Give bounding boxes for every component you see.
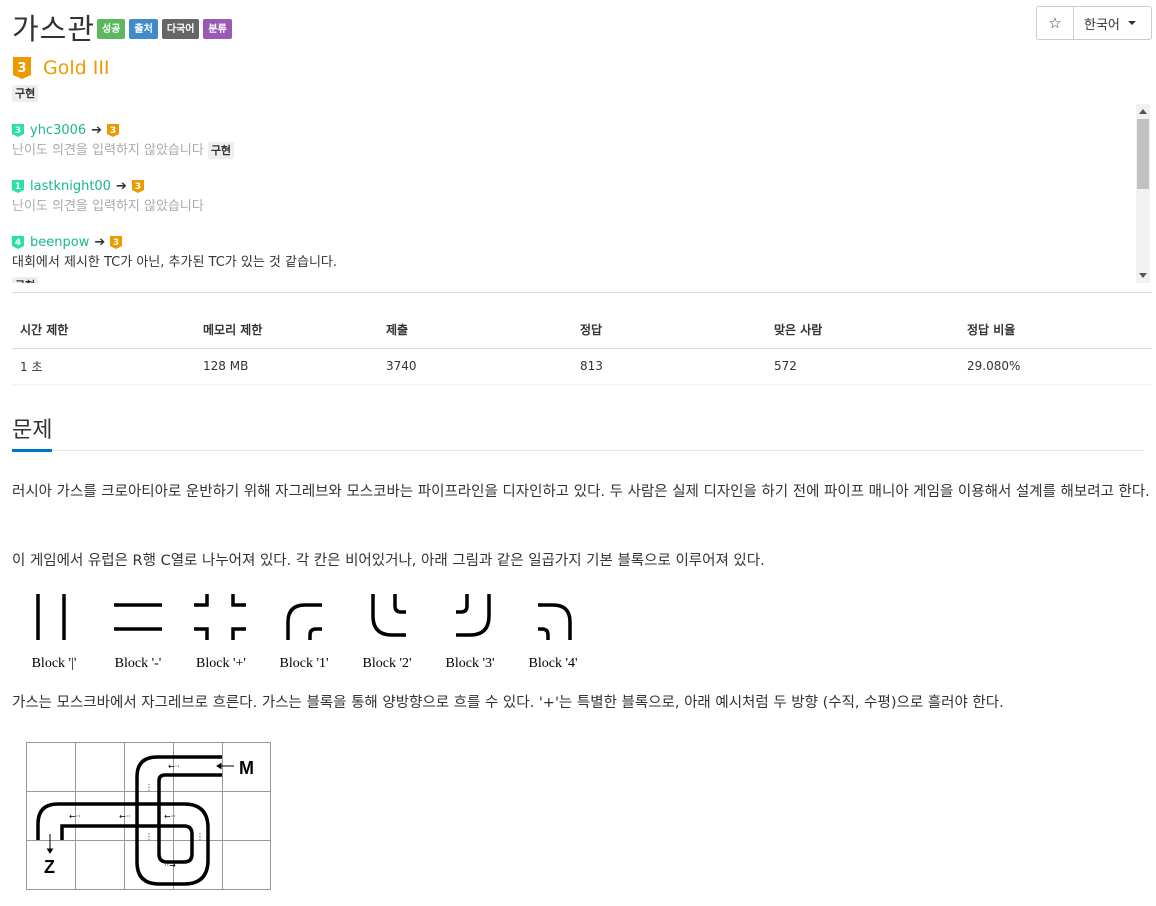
svg-text:←··: ←·· bbox=[164, 812, 176, 821]
block-2-pipe-icon bbox=[371, 594, 406, 637]
header-time-limit: 시간 제한 bbox=[12, 312, 195, 349]
scroll-up-icon[interactable] bbox=[1139, 109, 1147, 114]
svg-text:4: 4 bbox=[15, 238, 21, 248]
block-caption-3: Block '3' bbox=[446, 656, 495, 671]
language-dropdown[interactable]: 한국어 bbox=[1074, 6, 1152, 40]
block-horizontal-pipe-icon bbox=[114, 603, 162, 631]
zagreb-label: Z bbox=[44, 857, 55, 877]
tier-badge-icon: 1 bbox=[12, 179, 24, 193]
opinion-user[interactable]: lastknight00 bbox=[30, 179, 111, 194]
stats-value-row: 1 초 128 MB 3740 813 572 29.080% bbox=[12, 348, 1152, 385]
svg-text:⋮: ⋮ bbox=[196, 832, 204, 841]
tier-badge-icon: 3 bbox=[12, 123, 24, 137]
tier-badge-icon: 4 bbox=[12, 235, 24, 249]
value-solved-users: 572 bbox=[766, 348, 959, 385]
section-underline bbox=[12, 449, 1144, 452]
header-accept-ratio: 정답 비율 bbox=[959, 312, 1152, 349]
problem-paragraph-1: 러시아 가스를 크로아티아로 운반하기 위해 자그레브와 모스코바는 파이프라인… bbox=[12, 484, 1150, 500]
header-submissions: 제출 bbox=[378, 312, 572, 349]
section-title-problem: 문제 bbox=[12, 418, 53, 443]
value-accept-ratio: 29.080% bbox=[959, 348, 1152, 385]
arrow-right-icon: ➔ bbox=[115, 178, 127, 194]
algorithm-tag[interactable]: 구현 bbox=[12, 85, 39, 102]
arrow-right-icon: ➔ bbox=[91, 122, 103, 138]
opinion-message: 난이도 의견을 입력하지 않았습니다 bbox=[12, 199, 204, 214]
opinion-message: 대회에서 제시한 TC가 아닌, 추가된 TC가 있는 것 같습니다. bbox=[12, 255, 337, 270]
svg-text:3: 3 bbox=[15, 126, 21, 136]
block-caption-4: Block '4' bbox=[529, 656, 578, 671]
gold-tier-badge-icon: 3 bbox=[107, 123, 120, 137]
opinion-item: 4 beenpow ➔ 3 대회에서 제시한 TC가 아닌, 추가된 TC가 있… bbox=[12, 234, 337, 283]
moscow-label: M bbox=[239, 758, 254, 778]
svg-text:3: 3 bbox=[135, 182, 141, 192]
divider bbox=[12, 292, 1152, 293]
value-memory-limit: 128 MB bbox=[195, 348, 378, 385]
block-4-pipe-icon bbox=[538, 603, 572, 640]
problem-paragraph-2: 이 게임에서 유럽은 R행 C열로 나누어져 있다. 각 칸은 비어있거나, 아… bbox=[12, 553, 765, 569]
block-caption-vertical: Block '|' bbox=[32, 656, 77, 671]
pipe-example-grid: ←·· ←·· ←·· ←·· ··→ ⋮ ⋮ ⋮ M Z bbox=[26, 742, 271, 890]
label-category[interactable]: 분류 bbox=[203, 19, 232, 39]
problem-title: 가스관 bbox=[12, 12, 96, 46]
gold-3-tier-icon: 3 bbox=[13, 57, 31, 79]
caret-down-icon bbox=[1127, 21, 1136, 25]
svg-text:←··: ←·· bbox=[119, 812, 131, 821]
opinion-item: 3 yhc3006 ➔ 3 난이도 의견을 입력하지 않았습니다 구현 bbox=[12, 122, 235, 160]
svg-text:··→: ··→ bbox=[164, 861, 176, 870]
block-3-pipe-icon bbox=[456, 594, 491, 637]
svg-text:⋮: ⋮ bbox=[145, 832, 153, 841]
tier-name[interactable]: Gold III bbox=[43, 57, 110, 79]
opinions-scrollbar[interactable] bbox=[1136, 104, 1150, 283]
scroll-down-icon[interactable] bbox=[1139, 273, 1147, 278]
scroll-thumb[interactable] bbox=[1137, 119, 1149, 189]
svg-text:3: 3 bbox=[110, 126, 116, 136]
header-memory-limit: 메모리 제한 bbox=[195, 312, 378, 349]
opinion-tag[interactable]: 구현 bbox=[207, 142, 235, 159]
value-accepted: 813 bbox=[572, 348, 766, 385]
difficulty-opinions[interactable]: 3 yhc3006 ➔ 3 난이도 의견을 입력하지 않았습니다 구현 1 las… bbox=[12, 104, 1150, 283]
svg-text:⋮: ⋮ bbox=[145, 783, 153, 792]
tier-row: 3 Gold III bbox=[12, 56, 110, 80]
label-source[interactable]: 출처 bbox=[129, 19, 158, 39]
star-icon: ☆ bbox=[1048, 14, 1062, 32]
svg-text:1: 1 bbox=[15, 182, 21, 192]
block-caption-cross: Block '+' bbox=[196, 656, 246, 671]
arrow-right-icon: ➔ bbox=[94, 234, 106, 250]
gold-tier-badge-icon: 3 bbox=[131, 179, 144, 193]
block-vertical-pipe-icon bbox=[36, 594, 66, 640]
svg-text:←··: ←·· bbox=[168, 762, 180, 771]
opinion-message: 난이도 의견을 입력하지 않았습니다 bbox=[12, 143, 204, 158]
opinion-item: 1 lastknight00 ➔ 3 난이도 의견을 입력하지 않았습니다 bbox=[12, 178, 204, 216]
label-multilang[interactable]: 다국어 bbox=[161, 19, 200, 39]
block-caption-horizontal: Block '-' bbox=[115, 656, 162, 671]
block-types-figure: Block '|' Block '-' Block '+' Block '1' … bbox=[32, 594, 578, 671]
language-label: 한국어 bbox=[1084, 17, 1120, 33]
opinion-user[interactable]: yhc3006 bbox=[30, 123, 86, 138]
problem-stats-table: 시간 제한 메모리 제한 제출 정답 맞은 사람 정답 비율 1 초 128 M… bbox=[12, 312, 1152, 385]
block-caption-2: Block '2' bbox=[363, 656, 412, 671]
top-buttons: ☆ 한국어 bbox=[1036, 6, 1152, 40]
problem-labels: 성공 출처 다국어 분류 bbox=[97, 19, 232, 39]
star-button[interactable]: ☆ bbox=[1036, 6, 1074, 40]
label-success[interactable]: 성공 bbox=[97, 19, 126, 39]
block-1-pipe-icon bbox=[286, 603, 322, 640]
value-time-limit: 1 초 bbox=[12, 348, 195, 385]
gold-tier-badge-icon: 3 bbox=[110, 235, 123, 249]
problem-paragraph-3: 가스는 모스크바에서 자그레브로 흐른다. 가스는 블록을 통해 양방향으로 흐… bbox=[12, 695, 1004, 711]
block-caption-1: Block '1' bbox=[280, 656, 329, 671]
svg-text:3: 3 bbox=[113, 238, 119, 248]
opinion-tag[interactable]: 구현 bbox=[12, 277, 39, 283]
header-accepted: 정답 bbox=[572, 312, 766, 349]
svg-text:3: 3 bbox=[17, 61, 26, 76]
header-solved-users: 맞은 사람 bbox=[766, 312, 959, 349]
opinion-user[interactable]: beenpow bbox=[30, 235, 89, 250]
svg-text:←··: ←·· bbox=[69, 812, 81, 821]
block-cross-pipe-icon bbox=[194, 594, 246, 640]
value-submissions: 3740 bbox=[378, 348, 572, 385]
stats-header-row: 시간 제한 메모리 제한 제출 정답 맞은 사람 정답 비율 bbox=[12, 312, 1152, 349]
